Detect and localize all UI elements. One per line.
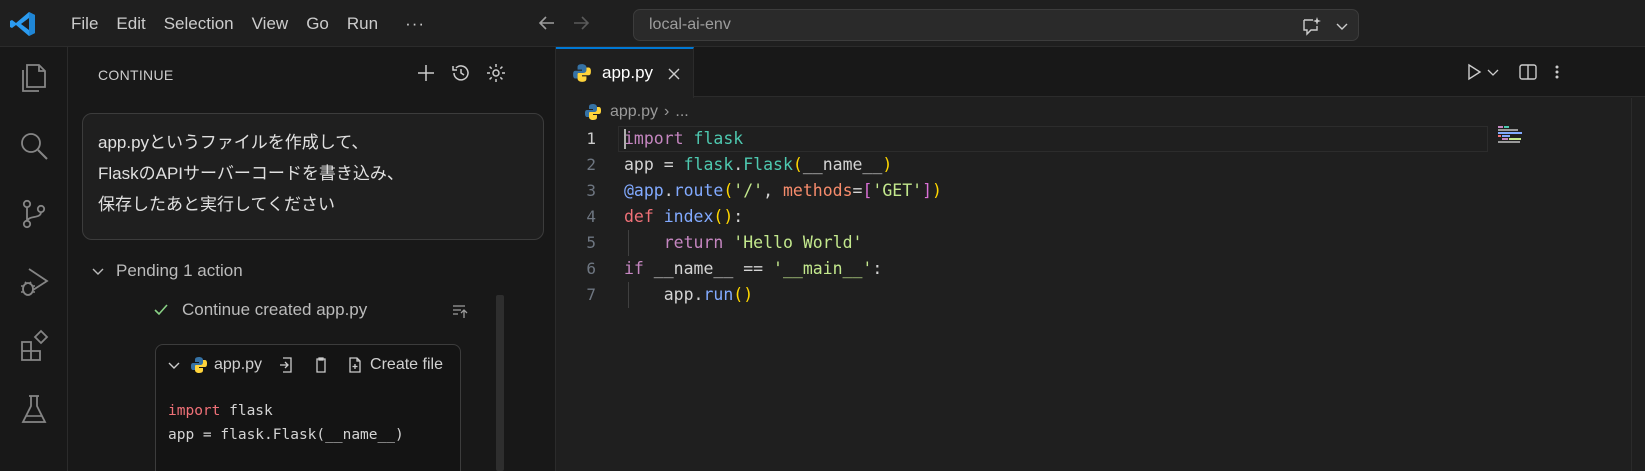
copy-icon[interactable] xyxy=(312,356,330,374)
line-number: 5 xyxy=(586,233,596,252)
run-debug-icon[interactable] xyxy=(17,265,51,299)
line-number: 4 xyxy=(586,207,596,226)
pending-label: Pending 1 action xyxy=(116,261,243,280)
source-control-icon[interactable] xyxy=(17,197,51,231)
menu-edit[interactable]: Edit xyxy=(107,9,154,39)
code-editor[interactable]: 1 2 3 4 5 6 7 import flask app = flask.F… xyxy=(556,126,1645,471)
settings-gear-icon[interactable] xyxy=(485,62,507,84)
breadcrumb-symbols[interactable]: ... xyxy=(675,103,688,121)
history-icon[interactable] xyxy=(450,62,472,84)
breadcrumb-separator-icon: › xyxy=(664,103,670,120)
minimap[interactable] xyxy=(1498,125,1560,145)
created-label: Continue created app.py xyxy=(182,300,368,319)
code-block-filename: app.py xyxy=(214,356,263,373)
python-file-icon xyxy=(585,104,601,120)
code-line: app = flask.Flask(__name__) xyxy=(624,155,893,174)
new-session-plus-icon[interactable] xyxy=(415,62,437,84)
code-line: if __name__ == '__main__': xyxy=(624,259,883,278)
vscode-logo-icon[interactable] xyxy=(10,11,36,37)
back-arrow-icon[interactable] xyxy=(536,12,558,34)
line-number: 7 xyxy=(586,285,596,304)
line-number-gutter: 1 2 3 4 5 6 7 xyxy=(556,126,596,308)
chevron-down-icon[interactable] xyxy=(1334,18,1350,34)
search-icon[interactable] xyxy=(17,129,51,163)
code-line: @app.route('/', methods=['GET']) xyxy=(624,181,942,200)
collapse-all-icon[interactable] xyxy=(451,302,469,320)
close-icon[interactable] xyxy=(666,66,682,82)
prompt-line-2: FlaskのAPIサーバーコードを書き込み、 xyxy=(98,164,404,183)
created-action-row: Continue created app.py xyxy=(152,300,367,320)
title-bar: File Edit Selection View Go Run ··· loca… xyxy=(0,0,1645,47)
check-icon xyxy=(154,304,168,316)
files-icon[interactable] xyxy=(17,61,51,95)
more-actions-icon[interactable] xyxy=(1551,62,1563,82)
continue-sidebar: CONTINUE app.pyというファイルを作成して、 FlaskのAPIサー… xyxy=(68,47,556,471)
text-cursor xyxy=(624,129,626,149)
line-number: 2 xyxy=(586,155,596,174)
create-file-button[interactable]: Create file xyxy=(370,356,443,374)
code-block-content: import flask app = flask.Flask(__name__) xyxy=(168,399,404,447)
tab-app-py[interactable]: app.py xyxy=(556,47,694,98)
tab-bar: app.py xyxy=(556,47,1645,98)
chevron-down-icon[interactable] xyxy=(1486,62,1500,82)
code-line-keyword: import xyxy=(168,403,221,419)
breadcrumb-file[interactable]: app.py xyxy=(610,103,658,121)
code-block-preview: app.py Create file import flask app = fla… xyxy=(155,344,461,471)
code-block-header: app.py Create file xyxy=(156,345,460,385)
menu-go[interactable]: Go xyxy=(297,9,338,39)
menu-view[interactable]: View xyxy=(243,9,298,39)
code-lines: import flask app = flask.Flask(__name__)… xyxy=(624,126,942,308)
activity-bar xyxy=(0,47,68,471)
sidebar-scrollbar[interactable] xyxy=(496,295,504,471)
user-prompt-message[interactable]: app.pyというファイルを作成して、 FlaskのAPIサーバーコードを書き込… xyxy=(82,113,544,240)
chevron-down-icon xyxy=(92,268,104,275)
chevron-down-icon[interactable] xyxy=(166,357,182,373)
command-center-search[interactable]: local-ai-env xyxy=(633,9,1359,41)
breadcrumb: app.py › ... xyxy=(556,98,689,126)
menu-more-button[interactable]: ··· xyxy=(405,14,425,34)
chat-sparkle-icon[interactable] xyxy=(1300,15,1322,37)
extensions-icon[interactable] xyxy=(17,329,51,363)
code-line: app = flask.Flask(__name__) xyxy=(168,427,404,443)
editor-group: app.py app.py › ... 1 2 3 4 5 6 7 import… xyxy=(556,47,1645,471)
prompt-line-1: app.pyというファイルを作成して、 xyxy=(98,133,369,152)
testing-icon[interactable] xyxy=(17,393,51,427)
code-line: return 'Hello World' xyxy=(663,233,863,252)
line-number: 6 xyxy=(586,259,596,278)
run-play-icon[interactable] xyxy=(1464,62,1484,82)
tab-label: app.py xyxy=(602,63,654,82)
code-line: import flask xyxy=(624,129,744,148)
menu-run[interactable]: Run xyxy=(338,9,387,39)
insert-at-cursor-icon[interactable] xyxy=(278,356,296,374)
menu-file[interactable]: File xyxy=(62,9,107,39)
split-editor-icon[interactable] xyxy=(1518,62,1538,82)
code-line: def index(): xyxy=(624,207,744,226)
prompt-line-3: 保存したあと実行してください xyxy=(98,195,335,214)
line-number: 3 xyxy=(586,181,596,200)
python-file-icon xyxy=(191,357,207,373)
menu-bar: File Edit Selection View Go Run ··· xyxy=(62,0,425,47)
line-number: 1 xyxy=(586,129,596,148)
sidebar-title: CONTINUE xyxy=(98,67,174,83)
editor-scrollbar[interactable] xyxy=(1631,98,1645,471)
workspace-name: local-ai-env xyxy=(649,16,731,33)
create-file-icon[interactable] xyxy=(346,356,364,374)
menu-selection[interactable]: Selection xyxy=(155,9,243,39)
forward-arrow-icon[interactable] xyxy=(570,12,592,34)
python-file-icon xyxy=(573,64,591,82)
pending-actions-toggle[interactable]: Pending 1 action xyxy=(90,261,243,281)
code-line: app.run() xyxy=(624,285,754,304)
